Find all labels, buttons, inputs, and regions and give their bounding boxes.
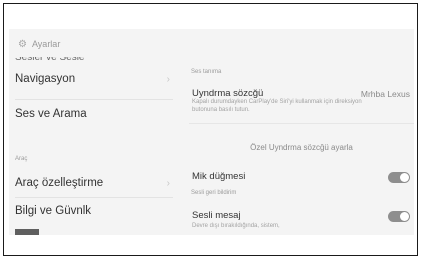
- wake-word-description: Kapalı durumdayken CarPlay'de Siri'yi ku…: [192, 99, 362, 113]
- voice-message-description: Devre dışı bırakıldığında, sistem,: [192, 223, 280, 229]
- section-label-vehicle: Araç: [15, 156, 28, 162]
- display-frame: ⚙ Ayarlar Sesler ve Sesle Navigasyon › S…: [3, 3, 418, 256]
- sidebar-item-navigation[interactable]: Navigasyon ›: [15, 73, 170, 85]
- sidebar-item-info-security[interactable]: Bilgi ve Güvnlk: [15, 205, 170, 217]
- chevron-right-icon: ›: [166, 177, 170, 189]
- sidebar-item-label: Araç özelleştirme: [15, 177, 104, 189]
- chevron-right-icon: ›: [166, 73, 170, 85]
- sidebar-item-label: Navigasyon: [15, 73, 76, 85]
- gear-icon: ⚙: [18, 38, 27, 50]
- header-title: Ayarlar: [31, 39, 61, 49]
- header-bar: ⚙ Ayarlar: [9, 29, 414, 59]
- sidebar-item-sound-and-call[interactable]: Ses ve Arama: [15, 108, 170, 120]
- section-label-voice-recognition: Ses tanıma: [191, 69, 222, 75]
- sidebar-item-partial[interactable]: Sesler ve Sesle: [15, 57, 84, 63]
- section-label-voice-feedback: Sesli geri bildirim: [191, 190, 237, 196]
- mic-button-setting-title: Mik düğmesi: [192, 171, 246, 182]
- divider: [189, 123, 414, 124]
- toggle-knob: [400, 173, 409, 182]
- sidebar-item-label: Ses ve Arama: [15, 108, 87, 120]
- microphone-button[interactable]: [15, 229, 39, 235]
- toggle-knob: [400, 212, 409, 221]
- sidebar-item-label: Bilgi ve Güvnlk: [15, 205, 92, 217]
- voice-message-title: Sesli mesaj: [192, 210, 241, 221]
- sidebar: Sesler ve Sesle Navigasyon › Ses ve Aram…: [9, 57, 177, 235]
- custom-wake-word-link[interactable]: Özel Uyndrma sözcğü ayarla: [189, 143, 414, 152]
- divider: [15, 197, 173, 198]
- mic-button-toggle[interactable]: [388, 172, 410, 183]
- voice-message-toggle[interactable]: [388, 211, 410, 222]
- sidebar-item-vehicle-customization[interactable]: Araç özelleştirme ›: [15, 177, 170, 189]
- divider: [15, 99, 173, 100]
- settings-screen: ⚙ Ayarlar Sesler ve Sesle Navigasyon › S…: [9, 29, 414, 235]
- main-panel: Ses tanıma Uyndrma sözcğü Mrhba Lexus Ka…: [189, 59, 414, 235]
